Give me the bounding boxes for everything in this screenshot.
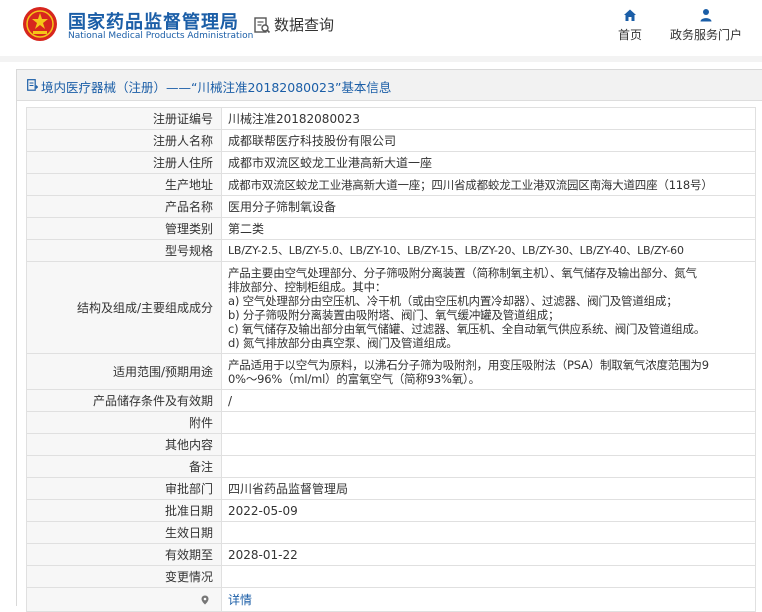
table-row: 生效日期 [26,521,756,544]
nav-service-portal-label: 政务服务门户 [669,28,742,42]
row-label: 备注 [26,455,222,478]
row-value: 第二类 [221,217,756,240]
row-label: 型号规格 [26,239,222,262]
table-row: 注册人住所 成都市双流区蛟龙工业港高新大道一座 [26,151,756,174]
table-row: 管理类别 第二类 [26,217,756,240]
row-value: 成都市双流区蛟龙工业港高新大道一座 [221,151,756,174]
home-icon [624,9,636,21]
table-row: 结构及组成/主要组成成分 产品主要由空气处理部分、分子筛吸附分离装置（简称制氧主… [26,261,756,354]
user-icon [700,9,712,22]
row-label: 其他内容 [26,433,222,456]
site-header: 国家药品监督管理局 National Medical Products Admi… [0,0,762,56]
table-row: 批准日期 2022-05-09 [26,499,756,522]
row-value: 产品适用于以空气为原料，以沸石分子筛为吸附剂，用变压吸附法（PSA）制取氧气浓度… [221,353,756,390]
row-value [221,411,756,434]
row-label: 有效期至 [26,543,222,566]
row-label: 审批部门 [26,477,222,500]
table-row: 生产地址 成都市双流区蛟龙工业港高新大道一座；四川省成都蛟龙工业港双流园区南海大… [26,173,756,196]
table-row: 型号规格 LB/ZY-2.5、LB/ZY-5.0、LB/ZY-10、LB/ZY-… [26,239,756,262]
row-label: 产品名称 [26,195,222,218]
table-row: 备注 [26,455,756,478]
row-value: LB/ZY-2.5、LB/ZY-5.0、LB/ZY-10、LB/ZY-15、LB… [221,239,756,262]
row-label: 注册人住所 [26,151,222,174]
breadcrumb: 境内医疗器械（注册）——“川械注准20182080023”基本信息 [17,70,762,101]
row-value [221,521,756,544]
row-label: 批准日期 [26,499,222,522]
row-label: 附件 [26,411,222,434]
record-title: 境内医疗器械（注册）——“川械注准20182080023”基本信息 [41,80,392,95]
table-row: 产品储存条件及有效期 / [26,389,756,412]
row-label [26,587,222,612]
details-link[interactable]: 详情 [228,593,252,607]
table-row: 注册证编号 川械注准20182080023 [26,107,756,130]
row-label: 结构及组成/主要组成成分 [26,261,222,354]
row-label: 注册人名称 [26,129,222,152]
row-value [221,433,756,456]
row-value: 产品主要由空气处理部分、分子筛吸附分离装置（简称制氧主机）、氧气储存及输出部分、… [221,261,756,354]
nav-home-label: 首页 [617,28,642,42]
table-row: 适用范围/预期用途 产品适用于以空气为原料，以沸石分子筛为吸附剂，用变压吸附法（… [26,353,756,390]
header-divider [0,56,762,62]
nav-service-portal[interactable]: 政务服务门户 [666,8,746,43]
row-value: 四川省药品监督管理局 [221,477,756,500]
table-row: 变更情况 [26,565,756,588]
row-value [221,565,756,588]
row-value: 川械注准20182080023 [221,107,756,130]
table-row: 注册人名称 成都联帮医疗科技股份有限公司 [26,129,756,152]
table-row: 附件 [26,411,756,434]
registration-info-table: 注册证编号 川械注准20182080023 注册人名称 成都联帮医疗科技股份有限… [26,107,756,612]
row-label: 生效日期 [26,521,222,544]
row-value: 成都市双流区蛟龙工业港高新大道一座；四川省成都蛟龙工业港双流园区南海大道四座（1… [221,173,756,196]
table-row: 产品名称 医用分子筛制氧设备 [26,195,756,218]
site-name-english: National Medical Products Administration [68,31,254,41]
nav-home[interactable]: 首页 [612,8,648,43]
document-icon [27,79,38,91]
table-row: 详情 [26,587,756,612]
row-label: 产品储存条件及有效期 [26,389,222,412]
national-emblem-icon [23,7,57,41]
row-label: 生产地址 [26,173,222,196]
row-value: 成都联帮医疗科技股份有限公司 [221,129,756,152]
row-value: 2022-05-09 [221,499,756,522]
row-label: 管理类别 [26,217,222,240]
row-value: 医用分子筛制氧设备 [221,195,756,218]
search-document-icon [254,17,271,34]
row-label: 注册证编号 [26,107,222,130]
page-title: 数据查询 [274,16,335,34]
row-value: / [221,389,756,412]
table-row: 审批部门 四川省药品监督管理局 [26,477,756,500]
row-value: 2028-01-22 [221,543,756,566]
row-value: 详情 [221,587,756,612]
table-row: 其他内容 [26,433,756,456]
location-pin-icon [201,595,209,604]
table-row: 有效期至 2028-01-22 [26,543,756,566]
row-label: 适用范围/预期用途 [26,353,222,390]
row-value [221,455,756,478]
row-label: 变更情况 [26,565,222,588]
